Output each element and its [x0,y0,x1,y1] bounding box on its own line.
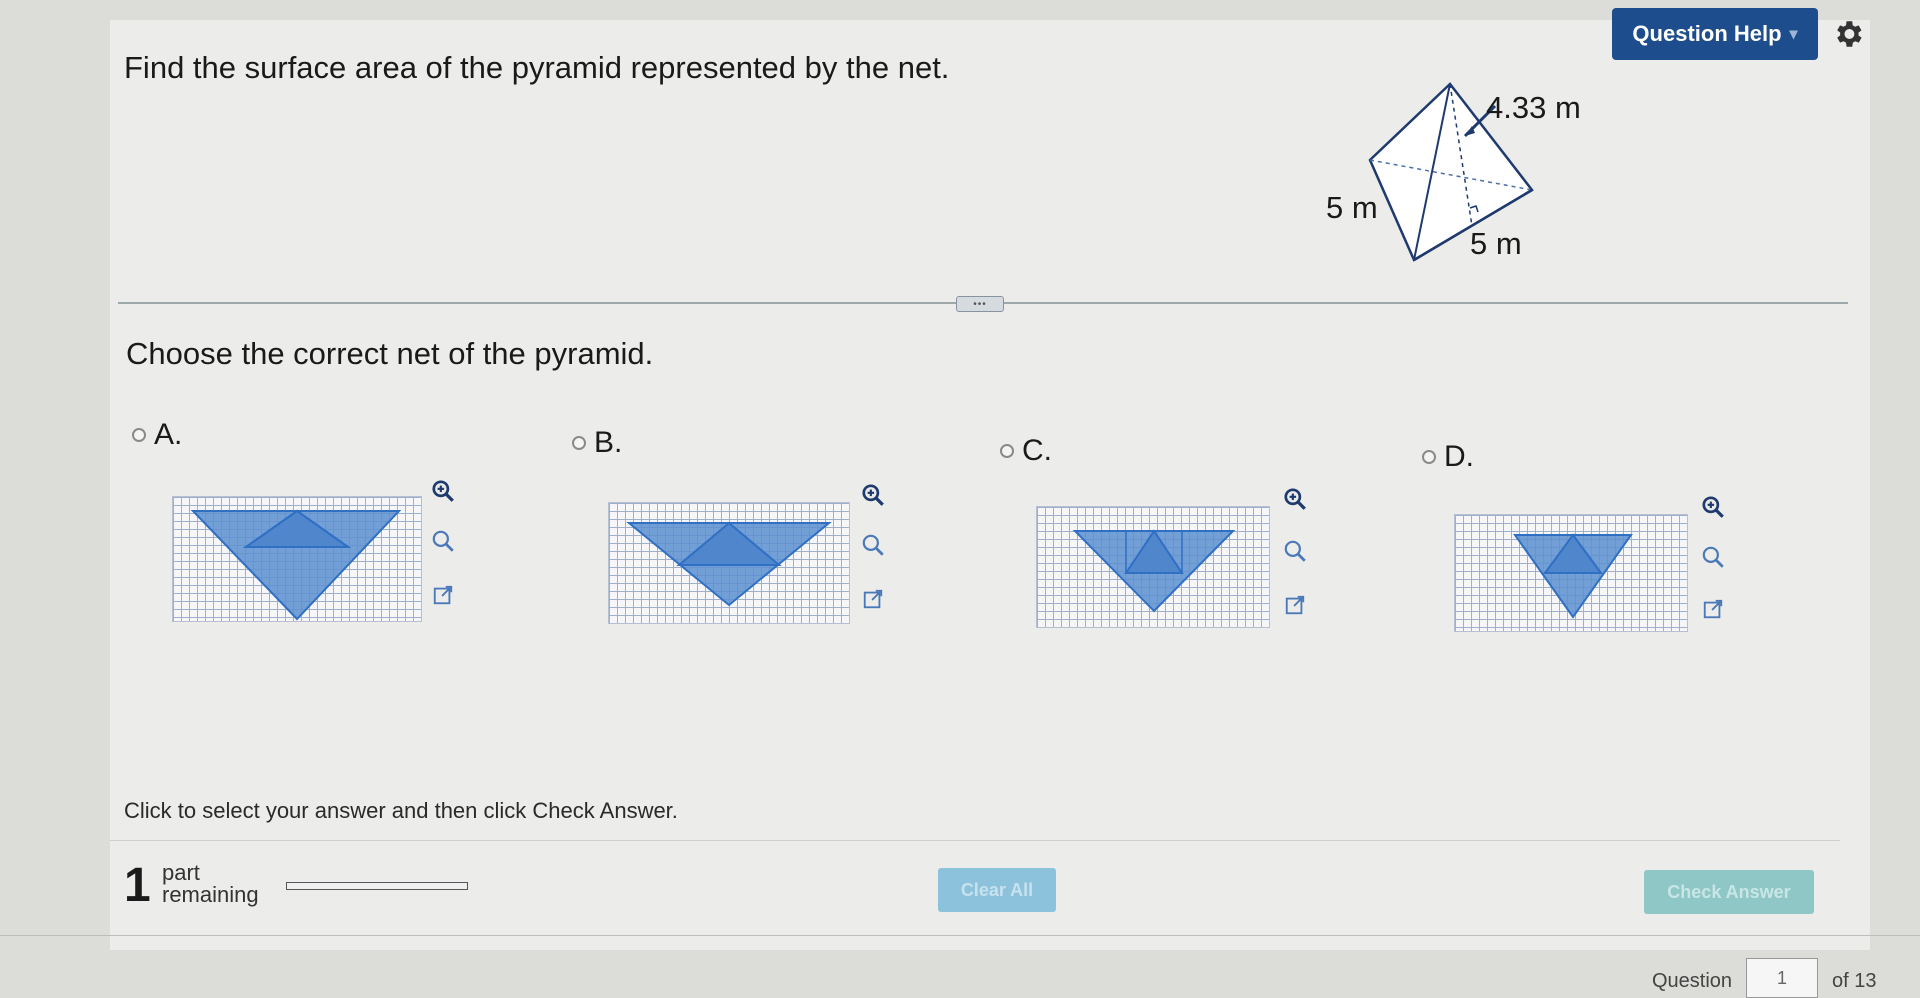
parts-remaining-label: part remaining [162,862,259,906]
question-nav-label: Question [1652,970,1733,992]
question-total-label: of 13 [1832,970,1877,992]
question-number-input[interactable]: 1 [1746,958,1818,998]
gear-icon[interactable] [1828,14,1868,54]
option-c[interactable]: C. [1000,434,1052,468]
popout-icon[interactable] [858,584,888,614]
instruction-divider [110,840,1840,841]
zoom-out-icon[interactable] [1698,542,1728,572]
parts-remaining-count: 1 [124,859,151,912]
question-text: Find the surface area of the pyramid rep… [124,50,950,85]
radio-option-c[interactable] [1000,444,1014,458]
base-side-label-bottom: 5 m [1470,226,1522,261]
divider-handle[interactable]: ••• [956,296,1004,312]
base-side-label-left: 5 m [1326,190,1378,225]
zoom-out-icon[interactable] [858,530,888,560]
option-b-label: B. [594,426,623,459]
radio-option-d[interactable] [1422,450,1436,464]
check-answer-button[interactable]: Check Answer [1644,870,1814,914]
option-d[interactable]: D. [1422,440,1474,474]
radio-option-b[interactable] [572,436,586,450]
option-c-label: C. [1022,434,1052,467]
parts-label-line2: remaining [162,882,259,907]
net-image-b[interactable] [608,502,850,624]
popout-icon[interactable] [428,580,458,610]
instruction-text: Click to select your answer and then cli… [124,798,678,823]
option-a-label: A. [154,418,183,451]
dropdown-caret-icon: ▾ [1789,26,1798,43]
zoom-in-icon[interactable] [428,476,458,506]
question-help-label: Question Help [1632,21,1782,46]
net-image-a[interactable] [172,496,422,622]
net-image-c[interactable] [1036,506,1270,628]
radio-option-a[interactable] [132,428,146,442]
zoom-in-icon[interactable] [858,480,888,510]
footer-divider [0,935,1920,936]
option-b[interactable]: B. [572,426,622,460]
zoom-out-icon[interactable] [428,526,458,556]
option-a[interactable]: A. [132,418,182,452]
option-d-label: D. [1444,440,1474,473]
pyramid-figure: 4.33 m 5 m 5 m [1310,78,1610,268]
popout-icon[interactable] [1698,594,1728,624]
net-image-d[interactable] [1454,514,1688,632]
slant-height-label: 4.33 m [1486,90,1581,125]
parts-label-line1: part [162,860,200,885]
popout-icon[interactable] [1280,590,1310,620]
prompt-text: Choose the correct net of the pyramid. [126,336,654,371]
question-help-button[interactable]: Question Help ▾ [1612,8,1818,60]
zoom-in-icon[interactable] [1698,492,1728,522]
clear-all-button[interactable]: Clear All [938,868,1056,912]
zoom-out-icon[interactable] [1280,536,1310,566]
progress-bar [286,882,468,890]
zoom-in-icon[interactable] [1280,484,1310,514]
